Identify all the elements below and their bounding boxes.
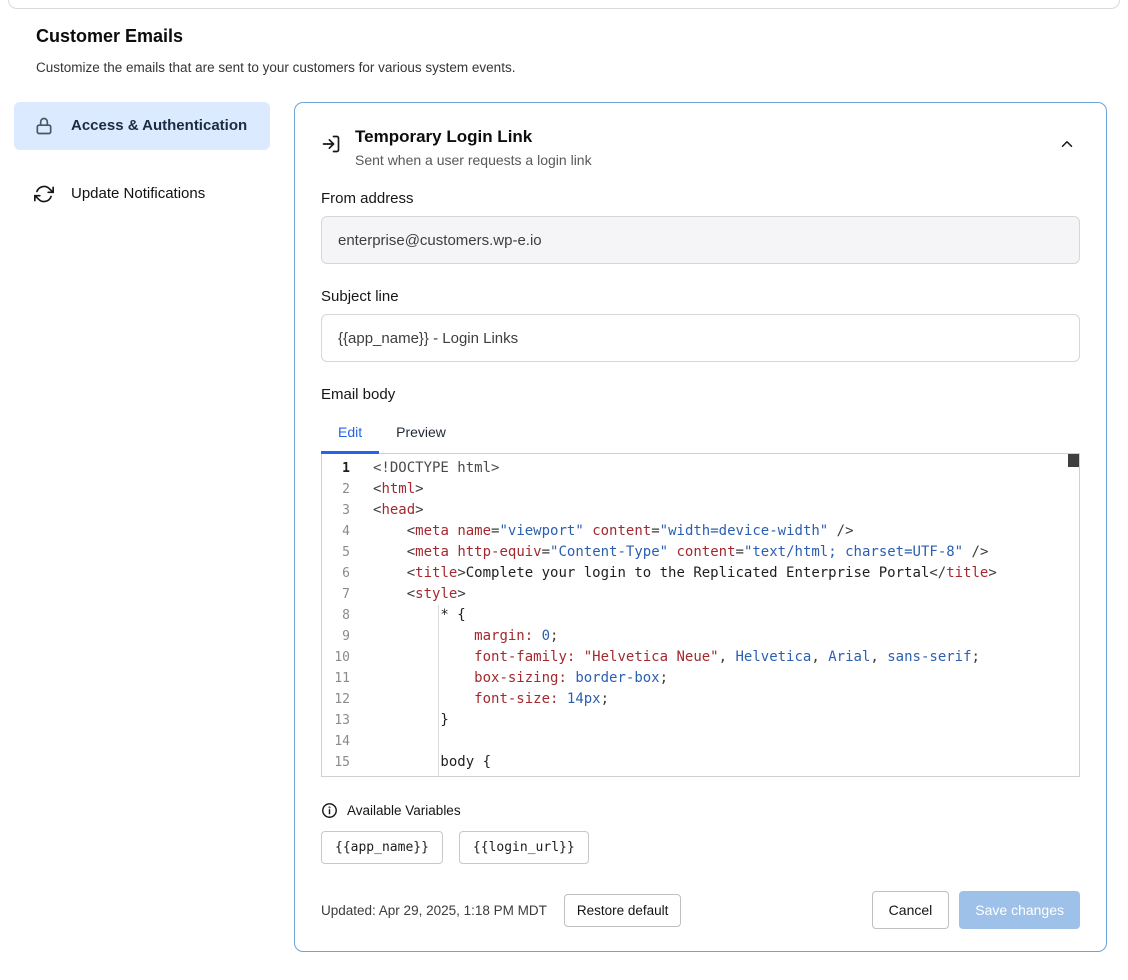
sidebar: Access & Authentication Update Notificat… xyxy=(14,102,270,218)
code-line: 4 <meta name="viewport" content="width=d… xyxy=(322,521,1079,542)
card-footer: Updated: Apr 29, 2025, 1:18 PM MDT Resto… xyxy=(321,891,1080,929)
subject-line-label: Subject line xyxy=(321,288,1080,305)
code-line: 15 body { xyxy=(322,752,1079,773)
code-line: 6 <title>Complete your login to the Repl… xyxy=(322,563,1079,584)
editor-tabs: Edit Preview xyxy=(321,415,1080,453)
chevron-up-icon xyxy=(1058,141,1076,156)
refresh-icon xyxy=(34,184,54,204)
from-address-input[interactable] xyxy=(321,216,1080,264)
email-template-card: Temporary Login Link Sent when a user re… xyxy=(294,102,1107,952)
code-line: 1<!DOCTYPE html> xyxy=(322,458,1079,479)
cancel-button[interactable]: Cancel xyxy=(872,891,950,929)
page-subtitle: Customize the emails that are sent to yo… xyxy=(36,60,1092,75)
card-title: Temporary Login Link xyxy=(355,127,592,147)
code-line: 3<head> xyxy=(322,500,1079,521)
card-titles: Temporary Login Link Sent when a user re… xyxy=(355,127,592,168)
code-line: 13 } xyxy=(322,710,1079,731)
code-line: 7 <style> xyxy=(322,584,1079,605)
card-subtitle: Sent when a user requests a login link xyxy=(355,152,592,168)
sidebar-item-update-notifications[interactable]: Update Notifications xyxy=(14,170,270,218)
available-variables-label: Available Variables xyxy=(347,803,461,818)
variable-chips: {{app_name}} {{login_url}} xyxy=(321,831,1080,864)
save-changes-button[interactable]: Save changes xyxy=(959,891,1080,929)
tab-preview[interactable]: Preview xyxy=(379,415,463,453)
variable-chip-app-name[interactable]: {{app_name}} xyxy=(321,831,443,864)
restore-default-button[interactable]: Restore default xyxy=(564,894,682,927)
tab-edit[interactable]: Edit xyxy=(321,415,379,454)
sidebar-item-label: Access & Authentication xyxy=(71,115,247,137)
content-area: Access & Authentication Update Notificat… xyxy=(0,75,1128,952)
collapse-button[interactable] xyxy=(1054,131,1080,160)
code-line: 9 margin: 0; xyxy=(322,626,1079,647)
code-line: 12 font-size: 14px; xyxy=(322,689,1079,710)
code-line: 10 font-family: "Helvetica Neue", Helvet… xyxy=(322,647,1079,668)
code-line: 14 xyxy=(322,731,1079,752)
editor-scrollbar-thumb[interactable] xyxy=(1068,454,1079,467)
sidebar-item-access-authentication[interactable]: Access & Authentication xyxy=(14,102,270,150)
info-icon[interactable] xyxy=(321,802,338,819)
code-line: 8 * { xyxy=(322,605,1079,626)
card-header: Temporary Login Link Sent when a user re… xyxy=(321,127,1080,168)
lock-icon xyxy=(34,116,54,136)
available-variables-row: Available Variables xyxy=(321,802,1080,819)
page-title: Customer Emails xyxy=(36,26,1092,47)
code-line: 11 box-sizing: border-box; xyxy=(322,668,1079,689)
page-header: Customer Emails Customize the emails tha… xyxy=(0,9,1128,75)
code-lines: 1<!DOCTYPE html>2<html>3<head>4 <meta na… xyxy=(322,458,1079,777)
sidebar-item-label: Update Notifications xyxy=(71,183,205,205)
indent-guide xyxy=(438,605,439,776)
subject-line-input[interactable] xyxy=(321,314,1080,362)
code-line: 5 <meta http-equiv="Content-Type" conten… xyxy=(322,542,1079,563)
variable-chip-login-url[interactable]: {{login_url}} xyxy=(459,831,589,864)
code-editor[interactable]: 1<!DOCTYPE html>2<html>3<head>4 <meta na… xyxy=(321,453,1080,777)
email-body-label: Email body xyxy=(321,386,1080,403)
log-in-icon xyxy=(321,134,341,159)
code-line: 2<html> xyxy=(322,479,1079,500)
updated-timestamp: Updated: Apr 29, 2025, 1:18 PM MDT xyxy=(321,903,547,918)
code-line: 16 background-color: #f6f6f6; xyxy=(322,773,1079,777)
from-address-label: From address xyxy=(321,190,1080,207)
previous-card-bottom-edge xyxy=(8,0,1120,9)
